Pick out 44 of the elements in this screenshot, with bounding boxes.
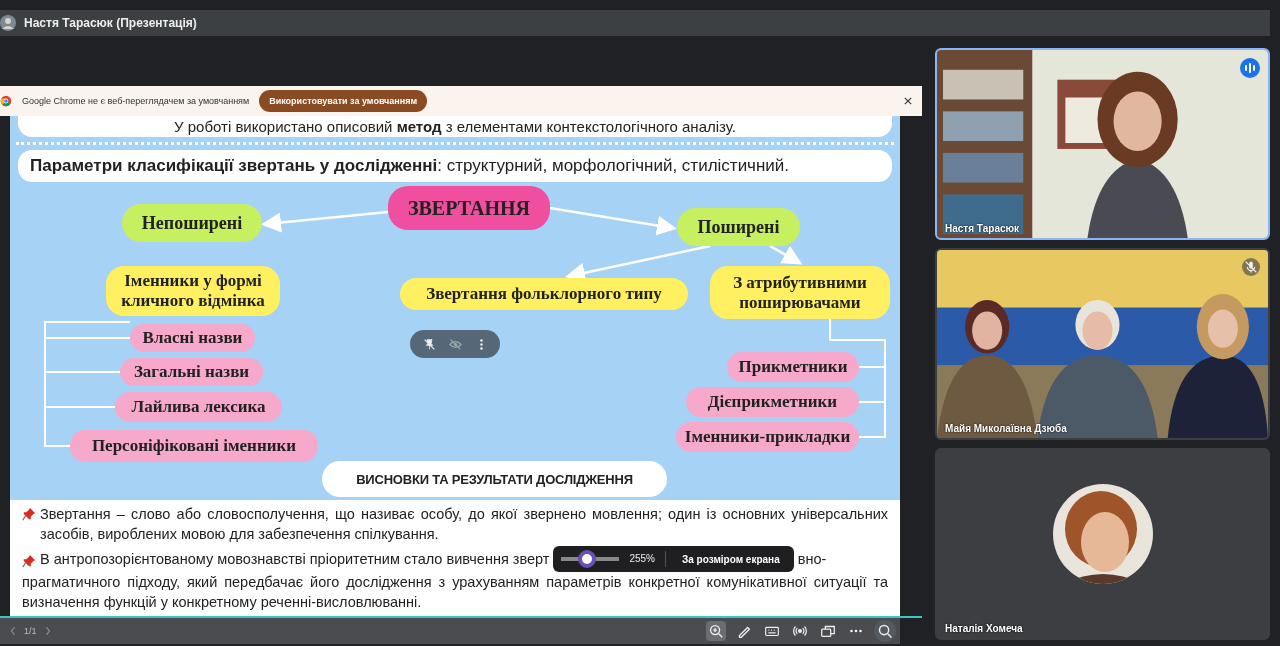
slide-text: Параметри класифікації звертань у дослідженні: структурний, морфологічний, стилістичний. <box>18 150 892 182</box>
mind-map-node: Лайлива лексика <box>115 392 282 422</box>
mind-map-node: Іменники у формі кличного відмінка <box>106 266 280 316</box>
participant-name: Майя Миколаївна Дзюба <box>945 423 1067 434</box>
mind-map-node: З атрибутивними поширювачами <box>710 266 890 319</box>
pin-icon <box>22 507 36 521</box>
avatar-icon <box>0 15 16 31</box>
pin-off-icon[interactable] <box>422 337 436 351</box>
paragraph: прагматичного підходу, який передбачає його дослідження з урахуванням параметрів конкретної комунікативної ситуації та визначення функцій у конкретному реченні-висловлюванні. <box>22 573 888 612</box>
mind-map-node: Звертання фольклорного типу <box>400 278 688 310</box>
mind-map-node: Поширені <box>677 208 800 246</box>
paragraph: Звертання – слово або словосполучення, що називає особу, до якої звернено мовлення; один із основних універсальних засобів, вироблених мовою для забезпечення спілкування. <box>40 505 888 544</box>
fit-to-screen-button[interactable]: За розміром екрана <box>676 552 786 566</box>
mind-map-node: Прикметники <box>727 352 859 382</box>
browser-logo-icon <box>0 95 12 107</box>
banner-message: Google Chrome не є веб-переглядачем за умовчанням <box>22 96 250 106</box>
participant-name: Наталія Хомеча <box>945 623 1023 634</box>
section-heading: ВИСНОВКИ ТА РЕЗУЛЬТАТИ ДОСЛІДЖЕННЯ <box>322 461 667 497</box>
slide-text: У роботі використано описовий метод з елементами контекстологічного аналізу. <box>18 116 892 137</box>
paragraph: В антропозорієнтованому мовознавстві пріоритетним стало вивчення зверт <box>40 550 550 569</box>
mind-map-node: Персоніфіковані іменники <box>70 430 318 462</box>
next-page-icon[interactable] <box>44 626 51 636</box>
participant-tile[interactable]: Майя Миколаївна Дзюба <box>935 248 1270 440</box>
mind-map-node: Дієприкметники <box>686 387 859 417</box>
pin-icon <box>22 553 36 568</box>
participant-name: Настя Тарасюк <box>945 223 1020 234</box>
mind-map-node: Іменники-прикладки <box>676 422 859 452</box>
window-title: Настя Тарасюк (Презентація) <box>24 16 197 30</box>
zoom-button[interactable] <box>874 620 896 642</box>
mind-map-node: Загальні назви <box>120 358 263 386</box>
zoom-percent: 255% <box>629 552 655 566</box>
close-icon[interactable] <box>904 97 912 105</box>
mind-map-node: Власні назви <box>130 324 255 352</box>
mind-map-node: Непоширені <box>122 204 262 242</box>
set-default-button[interactable]: Використовувати за умовчанням <box>259 90 428 112</box>
audio-level-icon <box>1240 58 1260 78</box>
mind-map-node: ЗВЕРТАННЯ <box>388 186 550 230</box>
participant-tile[interactable]: Настя Тарасюк <box>935 48 1270 240</box>
page-counter: 1/1 <box>24 626 37 636</box>
participant-tile[interactable]: Наталія Хомеча <box>935 448 1270 640</box>
zoom-icon[interactable] <box>706 621 726 641</box>
arrow <box>769 244 803 265</box>
previous-page-icon[interactable] <box>10 626 16 636</box>
paragraph: вно- <box>797 550 827 569</box>
